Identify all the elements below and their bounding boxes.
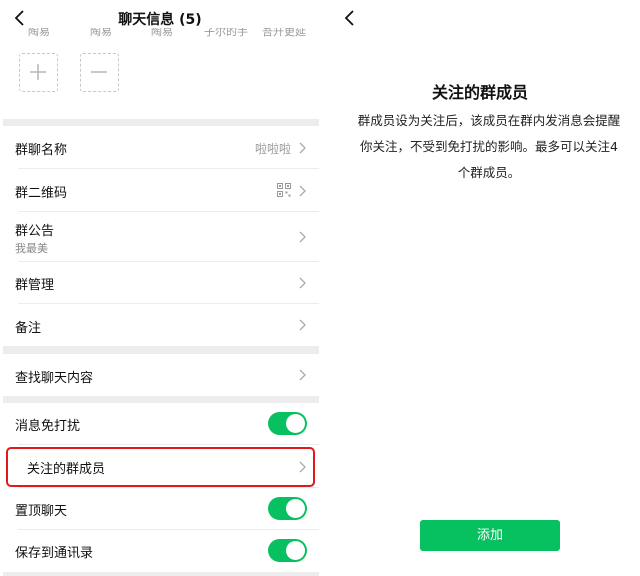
page-title: 聊天信息 (5) (118, 12, 202, 28)
group-name-value: 啦啦啦 (254, 142, 291, 156)
row-label: 群公告 (15, 224, 55, 239)
row-label: 关注的群成员 (27, 462, 106, 477)
row-label: 群二维码 (15, 186, 68, 201)
member-name: 陶易 (28, 28, 50, 38)
chat-info-panel: 聊天信息 (5) 陶易 陶易 陶易 子尔的手 吾升更延 群聊名称 啦啦啦 群二维… (0, 0, 320, 576)
member-name: 吾升更延 (262, 28, 306, 38)
row-label: 查找聊天内容 (15, 371, 94, 386)
row-label: 消息免打扰 (15, 419, 81, 434)
section-separator (3, 346, 319, 354)
qr-code-icon (277, 183, 291, 197)
row-label: 置顶聊天 (15, 504, 68, 519)
search-chat-history-row[interactable]: 查找聊天内容 (3, 354, 319, 396)
row-label: 群聊名称 (15, 143, 68, 158)
add-followed-member-button[interactable]: 添加 (420, 520, 560, 551)
minus-icon (91, 71, 107, 73)
member-name: 陶易 (90, 28, 112, 38)
chevron-right-icon (299, 369, 306, 381)
member-names-row: 陶易 陶易 陶易 子尔的手 吾升更延 (0, 28, 320, 42)
followed-members-panel: 关注的群成员 群成员设为关注后，该成员在群内发消息会提醒你关注，不受到免打扰的影… (320, 0, 640, 576)
chevron-right-icon (299, 231, 306, 243)
member-name: 子尔的手 (204, 28, 248, 38)
chevron-right-icon (299, 142, 306, 154)
followed-members-row[interactable]: 关注的群成员 (3, 445, 319, 488)
back-chevron-icon[interactable] (340, 8, 360, 28)
notice-preview: 我最美 (15, 242, 48, 255)
chevron-right-icon (299, 461, 306, 473)
chevron-right-icon (299, 185, 306, 197)
chevron-right-icon (299, 319, 306, 331)
plus-icon (30, 64, 46, 80)
section-separator (3, 396, 319, 403)
chevron-right-icon (299, 277, 306, 289)
save-to-contacts-toggle[interactable] (268, 539, 307, 562)
toggle-knob (286, 414, 305, 433)
section-separator (3, 119, 319, 126)
row-label: 保存到通讯录 (15, 546, 94, 561)
pin-chat-row: 置顶聊天 (3, 488, 319, 530)
remark-row[interactable]: 备注 (3, 304, 319, 346)
row-label: 备注 (15, 321, 42, 336)
feature-description: 群成员设为关注后，该成员在群内发消息会提醒你关注，不受到免打扰的影响。最多可以关… (357, 113, 621, 180)
add-member-button[interactable] (19, 53, 58, 92)
remove-member-button[interactable] (80, 53, 119, 92)
mute-toggle[interactable] (268, 412, 307, 435)
member-name: 陶易 (151, 28, 173, 38)
toggle-knob (286, 541, 305, 560)
pin-chat-toggle[interactable] (268, 497, 307, 520)
group-name-row[interactable]: 群聊名称 啦啦啦 (3, 126, 319, 169)
save-to-contacts-row: 保存到通讯录 (3, 530, 319, 572)
section-separator (3, 572, 319, 576)
group-notice-row[interactable]: 群公告 我最美 (3, 212, 319, 262)
page-title: 关注的群成员 (431, 83, 528, 102)
row-label: 群管理 (15, 278, 55, 293)
mute-notifications-row: 消息免打扰 (3, 403, 319, 445)
group-manage-row[interactable]: 群管理 (3, 262, 319, 304)
group-qr-row[interactable]: 群二维码 (3, 169, 319, 212)
toggle-knob (286, 499, 305, 518)
